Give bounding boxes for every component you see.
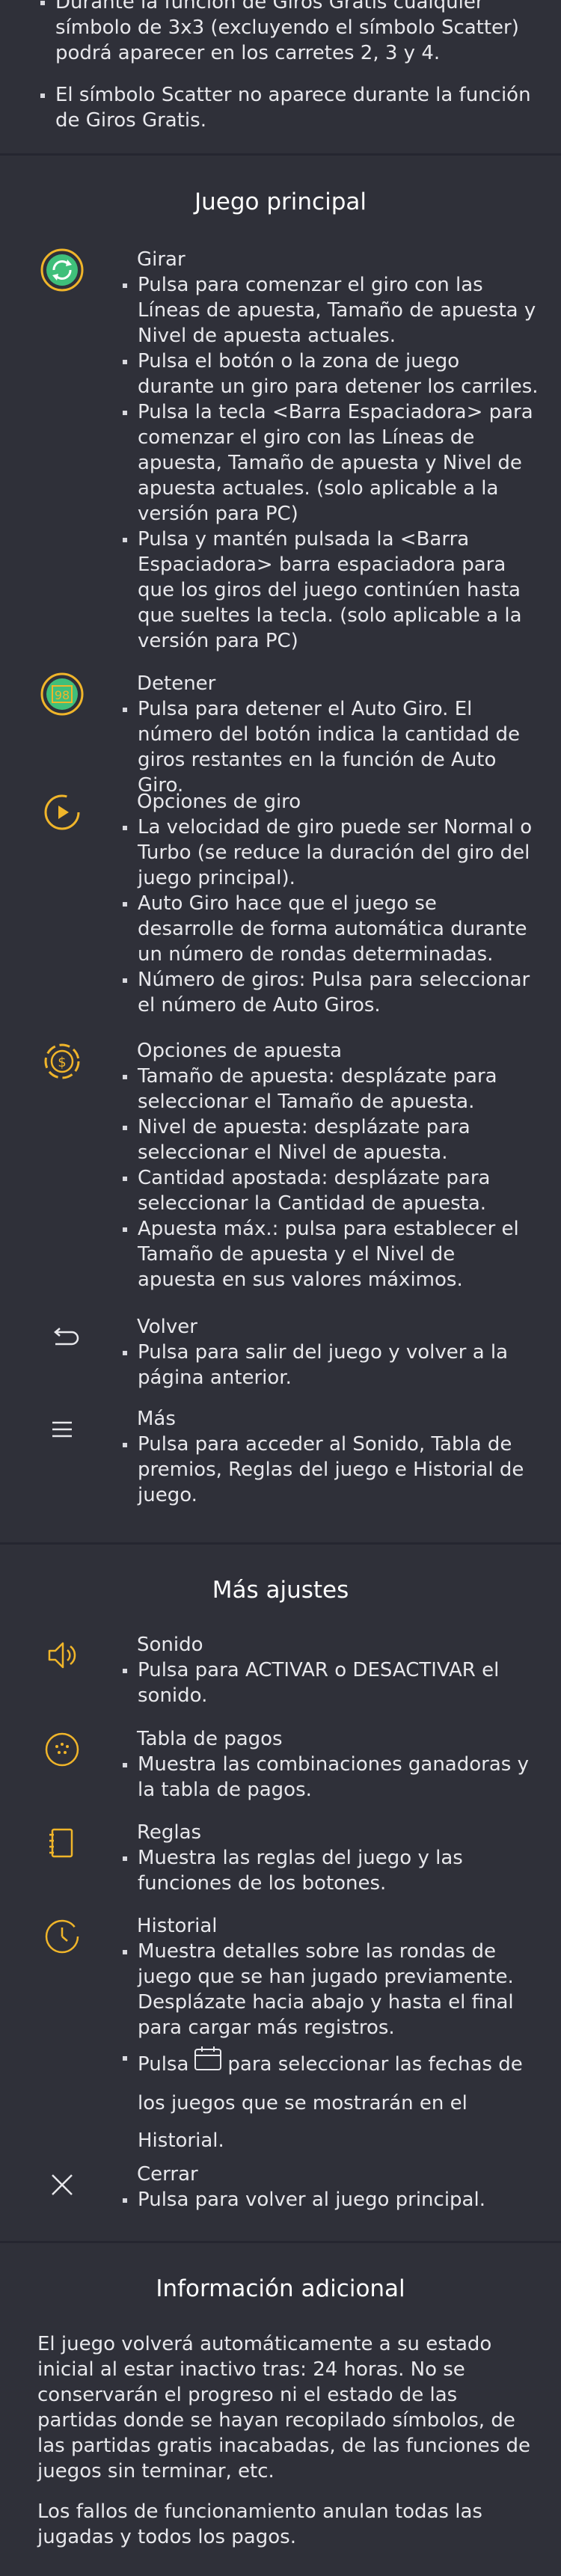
history-icon bbox=[39, 1913, 85, 1960]
calendar-icon bbox=[193, 2045, 223, 2085]
bet-options-icon: $ bbox=[39, 1038, 85, 1085]
back-icon bbox=[39, 1314, 85, 1361]
entry-title: Sonido bbox=[137, 1634, 203, 1656]
entry-list: La velocidad de giro puede ser Normal o … bbox=[120, 815, 539, 1018]
stop-icon-count: 98 bbox=[55, 688, 70, 702]
spin-options-icon bbox=[39, 789, 85, 835]
entry-list: Tamaño de apuesta: desplázate para selec… bbox=[120, 1064, 539, 1292]
section-divider bbox=[0, 1542, 561, 1545]
info-paragraph: El juego volverá automáticamente a su es… bbox=[37, 2333, 530, 2483]
entry-list: Pulsa para volver al juego principal. bbox=[120, 2187, 539, 2212]
list-item: Pulsa el botón o la zona de juego durant… bbox=[120, 349, 539, 399]
spin-icon bbox=[39, 247, 85, 293]
list-item: Pulsa para ACTIVAR o DESACTIVAR el sonid… bbox=[120, 1657, 539, 1708]
list-item: Pulsa para acceder al Sonido, Tabla de p… bbox=[120, 1432, 539, 1508]
entry-list: Pulsa para comenzar el giro con las Líne… bbox=[120, 272, 539, 654]
paytable-icon bbox=[39, 1726, 85, 1773]
list-item: Pulsa para detener el Auto Giro. El núme… bbox=[120, 696, 539, 798]
entry-list: Pulsa para acceder al Sonido, Tabla de p… bbox=[120, 1432, 539, 1508]
list-item: Pulsa y mantén pulsada la <Barra Espacia… bbox=[120, 527, 539, 654]
section-divider bbox=[0, 153, 561, 156]
info-paragraph: Los fallos de funcionamiento anulan toda… bbox=[37, 2500, 482, 2548]
menu-icon bbox=[39, 1406, 85, 1453]
entry-list: Pulsa para salir del juego y volver a la… bbox=[120, 1340, 539, 1390]
entry-list: Muestra las combinaciones ganadoras y la… bbox=[120, 1752, 539, 1803]
entry-title: Girar bbox=[137, 248, 186, 271]
list-item: Cantidad apostada: desplázate para selec… bbox=[120, 1165, 539, 1216]
entry-list: Muestra las reglas del juego y las funci… bbox=[120, 1845, 539, 1896]
list-item: Auto Giro hace que el juego se desarroll… bbox=[120, 891, 539, 967]
list-item: Apuesta máx.: pulsa para establecer el T… bbox=[120, 1216, 539, 1292]
entry-title: Opciones de apuesta bbox=[137, 1040, 343, 1062]
section-title-more-settings: Más ajustes bbox=[212, 1577, 349, 1604]
list-item: Muestra detalles sobre las rondas de jue… bbox=[120, 1939, 539, 2040]
entry-title: Cerrar bbox=[137, 2163, 198, 2186]
entry-title: Reglas bbox=[137, 1821, 202, 1844]
entry-title: Más bbox=[137, 1408, 176, 1430]
intro-list: Durante la función de Giros Gratis cualq… bbox=[37, 0, 539, 133]
list-item: Pulsa para comenzar el giro con las Líne… bbox=[120, 272, 539, 349]
entry-title: Opciones de giro bbox=[137, 791, 301, 813]
section-title-additional-info: Información adicional bbox=[156, 2275, 405, 2302]
section-title-main-game: Juego principal bbox=[194, 188, 367, 215]
entry-list: Pulsa para ACTIVAR o DESACTIVAR el sonid… bbox=[120, 1657, 539, 1708]
list-item: Pulsa para seleccionar las fechas de los … bbox=[120, 2045, 539, 2159]
list-item: La velocidad de giro puede ser Normal o … bbox=[120, 815, 539, 891]
entry-list: Pulsa para detener el Auto Giro. El núme… bbox=[120, 696, 539, 798]
list-item: Tamaño de apuesta: desplázate para selec… bbox=[120, 1064, 539, 1114]
list-item: Muestra las combinaciones ganadoras y la… bbox=[120, 1752, 539, 1803]
entry-title: Volver bbox=[137, 1316, 197, 1338]
rules-icon bbox=[39, 1820, 85, 1866]
list-item: Pulsa la tecla <Barra Espaciadora> para … bbox=[120, 399, 539, 527]
section-divider bbox=[0, 2241, 561, 2243]
close-icon bbox=[39, 2162, 85, 2208]
entry-title: Tabla de pagos bbox=[137, 1728, 283, 1750]
list-item: Durante la función de Giros Gratis cualq… bbox=[37, 0, 539, 66]
stop-icon: 98 bbox=[39, 671, 85, 717]
svg-text:$: $ bbox=[58, 1055, 66, 1070]
sound-icon bbox=[39, 1632, 85, 1678]
calendar-note-prefix: Pulsa bbox=[138, 2053, 189, 2076]
entry-title: Detener bbox=[137, 672, 216, 695]
list-item: El símbolo Scatter no aparece durante la… bbox=[37, 82, 539, 133]
list-item: Nivel de apuesta: desplázate para selecc… bbox=[120, 1114, 539, 1165]
list-item: Pulsa para salir del juego y volver a la… bbox=[120, 1340, 539, 1390]
list-item: Número de giros: Pulsa para seleccionar … bbox=[120, 967, 539, 1018]
list-item: Pulsa para volver al juego principal. bbox=[120, 2187, 539, 2212]
entry-list: Muestra detalles sobre las rondas de jue… bbox=[120, 1939, 539, 2159]
list-item: Muestra las reglas del juego y las funci… bbox=[120, 1845, 539, 1896]
entry-title: Historial bbox=[137, 1915, 218, 1937]
